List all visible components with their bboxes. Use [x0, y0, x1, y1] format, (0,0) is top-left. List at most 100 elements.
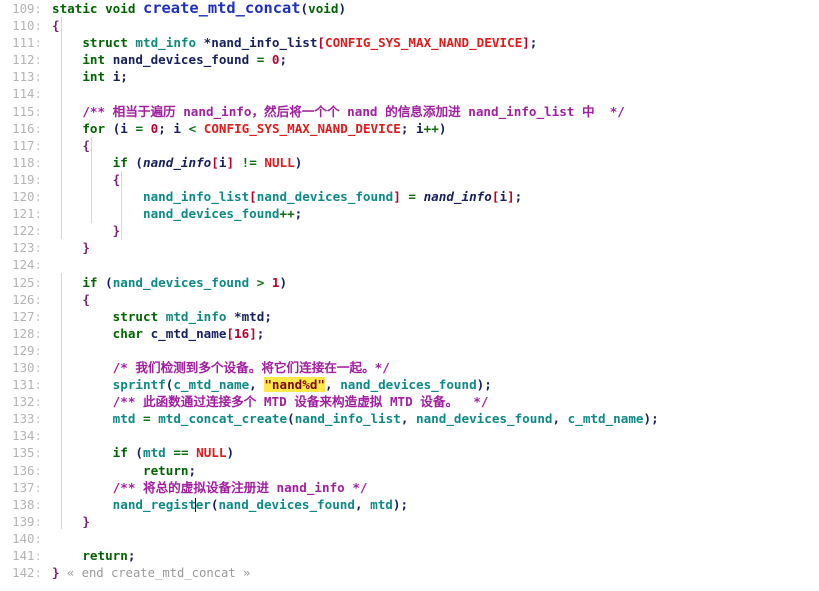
code-line[interactable]: 118: if (nand_info[i] != NULL) [0, 154, 819, 171]
token-op: = [135, 120, 151, 136]
code-line[interactable]: 123: } [0, 239, 819, 256]
token-teal: nand_devices_found [143, 206, 280, 222]
code-line[interactable]: 111: struct mtd_info *nand_info_list[CON… [0, 34, 819, 51]
token-ident: i [499, 189, 508, 205]
code-line[interactable]: 127: struct mtd_info *mtd; [0, 308, 819, 325]
code-text[interactable]: struct mtd_info *nand_info_list[CONFIG_S… [42, 34, 537, 51]
code-line[interactable]: 124: [0, 256, 819, 273]
token-num: 0 [271, 52, 280, 68]
token-ident: nand_info_list [211, 35, 318, 51]
code-line[interactable]: 110: { [0, 17, 819, 34]
code-line[interactable]: 121: nand_devices_found++; [0, 205, 819, 222]
code-line[interactable]: 128: char c_mtd_name[16]; [0, 325, 819, 342]
code-text[interactable]: sprintf(c_mtd_name, "nand%d", nand_devic… [42, 376, 492, 393]
code-line[interactable]: 139: } [0, 513, 819, 530]
code-lines[interactable]: 109: static void create_mtd_concat(void) 1… [0, 0, 819, 581]
code-line[interactable]: 115: /** 相当于遍历 nand_info，然后将一个个 nand 的信息… [0, 103, 819, 120]
gutter-separator: : [34, 223, 42, 239]
line-number: 126: [12, 291, 42, 307]
code-line[interactable]: 126: { [0, 291, 819, 308]
line-number: 116: [12, 120, 42, 136]
token-teal: nand_regist [112, 496, 197, 512]
token-punc: ; [651, 411, 659, 427]
code-text[interactable]: nand_info_list[nand_devices_found] = nan… [42, 188, 522, 205]
token-punc [52, 411, 113, 426]
code-text[interactable]: char c_mtd_name[16]; [42, 325, 265, 342]
code-text[interactable]: return; [42, 462, 196, 479]
token-punc: ) [643, 411, 652, 427]
token-punc: * [196, 35, 212, 51]
code-text[interactable]: if (nand_devices_found > 1) [42, 274, 287, 291]
gutter-separator: : [34, 308, 42, 324]
code-text[interactable]: } [42, 222, 121, 239]
code-text[interactable]: int i; [42, 68, 128, 85]
token-punc [52, 206, 143, 221]
code-line[interactable]: 116: for (i = 0; i < CONFIG_SYS_MAX_NAND… [0, 120, 819, 137]
code-text[interactable]: nand_register(nand_devices_found, mtd); [42, 496, 408, 513]
code-line[interactable]: 141: return; [0, 547, 819, 564]
code-text[interactable]: mtd = mtd_concat_create(nand_info_list, … [42, 410, 659, 427]
code-text[interactable]: } [42, 239, 90, 256]
gutter-separator: : [34, 496, 42, 512]
token-ident: nand_devices_found [112, 52, 257, 68]
token-brk: ] [393, 189, 401, 205]
code-text[interactable]: { [42, 137, 90, 154]
token-teal: mtd [143, 445, 174, 461]
code-text[interactable]: return; [42, 547, 135, 564]
code-line[interactable]: 109: static void create_mtd_concat(void) [0, 0, 819, 17]
token-teal: nand_devices_found [340, 377, 477, 393]
code-text[interactable]: /** 此函数通过连接多个 MTD 设备来构造虚拟 MTD 设备。 */ [42, 393, 489, 410]
code-text[interactable]: nand_devices_found++; [42, 205, 302, 222]
code-line[interactable]: 137: /** 将总的虚拟设备注册进 nand_info */ [0, 479, 819, 496]
code-text[interactable]: int nand_devices_found = 0; [42, 51, 287, 68]
code-text[interactable]: { [42, 17, 60, 34]
gutter-separator: : [34, 291, 42, 307]
code-line[interactable]: 140: [0, 530, 819, 547]
code-text[interactable]: /** 将总的虚拟设备注册进 nand_info */ [42, 479, 368, 496]
code-line[interactable]: 120: nand_info_list[nand_devices_found] … [0, 188, 819, 205]
code-line[interactable]: 133: mtd = mtd_concat_create(nand_info_l… [0, 410, 819, 427]
gutter-separator: : [34, 35, 42, 51]
code-line[interactable]: 112: int nand_devices_found = 0; [0, 51, 819, 68]
code-text[interactable]: if (mtd == NULL) [42, 444, 234, 461]
code-text[interactable]: struct mtd_info *mtd; [42, 308, 272, 325]
code-line[interactable]: 136: return; [0, 462, 819, 479]
code-line[interactable]: 122: } [0, 222, 819, 239]
code-text[interactable]: /** 相当于遍历 nand_info，然后将一个个 nand 的信息添加进 n… [42, 103, 625, 120]
code-line[interactable]: 142:} « end create_mtd_concat » [0, 564, 819, 581]
code-line[interactable]: 130: /* 我们检测到多个设备。将它们连接在一起。*/ [0, 359, 819, 376]
token-punc [52, 292, 82, 307]
code-text[interactable]: } « end create_mtd_concat » [42, 564, 250, 582]
code-line[interactable]: 113: int i; [0, 68, 819, 85]
code-line[interactable]: 131: sprintf(c_mtd_name, "nand%d", nand_… [0, 376, 819, 393]
line-number: 123: [12, 240, 42, 256]
code-line[interactable]: 134: [0, 427, 819, 444]
token-punc [52, 52, 82, 67]
code-text[interactable]: static void create_mtd_concat(void) [42, 0, 346, 17]
code-line[interactable]: 132: /** 此函数通过连接多个 MTD 设备来构造虚拟 MTD 设备。 *… [0, 393, 819, 410]
code-line[interactable]: 125: if (nand_devices_found > 1) [0, 274, 819, 291]
line-number: 115: [12, 103, 42, 119]
code-text[interactable]: { [42, 291, 90, 308]
code-line[interactable]: 117: { [0, 137, 819, 154]
code-line[interactable]: 129: [0, 342, 819, 359]
token-kw: return [143, 462, 189, 478]
token-punc: * [226, 308, 242, 324]
code-text[interactable]: if (nand_info[i] != NULL) [42, 154, 303, 171]
line-number: 131: [12, 377, 42, 393]
code-text[interactable]: { [42, 171, 121, 188]
token-op: = [143, 411, 159, 427]
token-kw: if [82, 274, 106, 290]
code-line[interactable]: 119: { [0, 171, 819, 188]
token-punc: ) [226, 445, 235, 461]
code-line[interactable]: 114: [0, 85, 819, 102]
code-text[interactable]: for (i = 0; i < CONFIG_SYS_MAX_NAND_DEVI… [42, 120, 446, 137]
code-text[interactable]: /* 我们检测到多个设备。将它们连接在一起。*/ [42, 359, 390, 376]
token-brk: [ [226, 325, 235, 341]
line-number: 134: [12, 428, 42, 444]
code-editor[interactable]: 109: static void create_mtd_concat(void) 1… [0, 0, 819, 591]
code-text[interactable]: } [42, 513, 90, 530]
code-line[interactable]: 135: if (mtd == NULL) [0, 444, 819, 461]
code-line[interactable]: 138: nand_register(nand_devices_found, m… [0, 496, 819, 513]
gutter-separator: : [34, 171, 42, 187]
